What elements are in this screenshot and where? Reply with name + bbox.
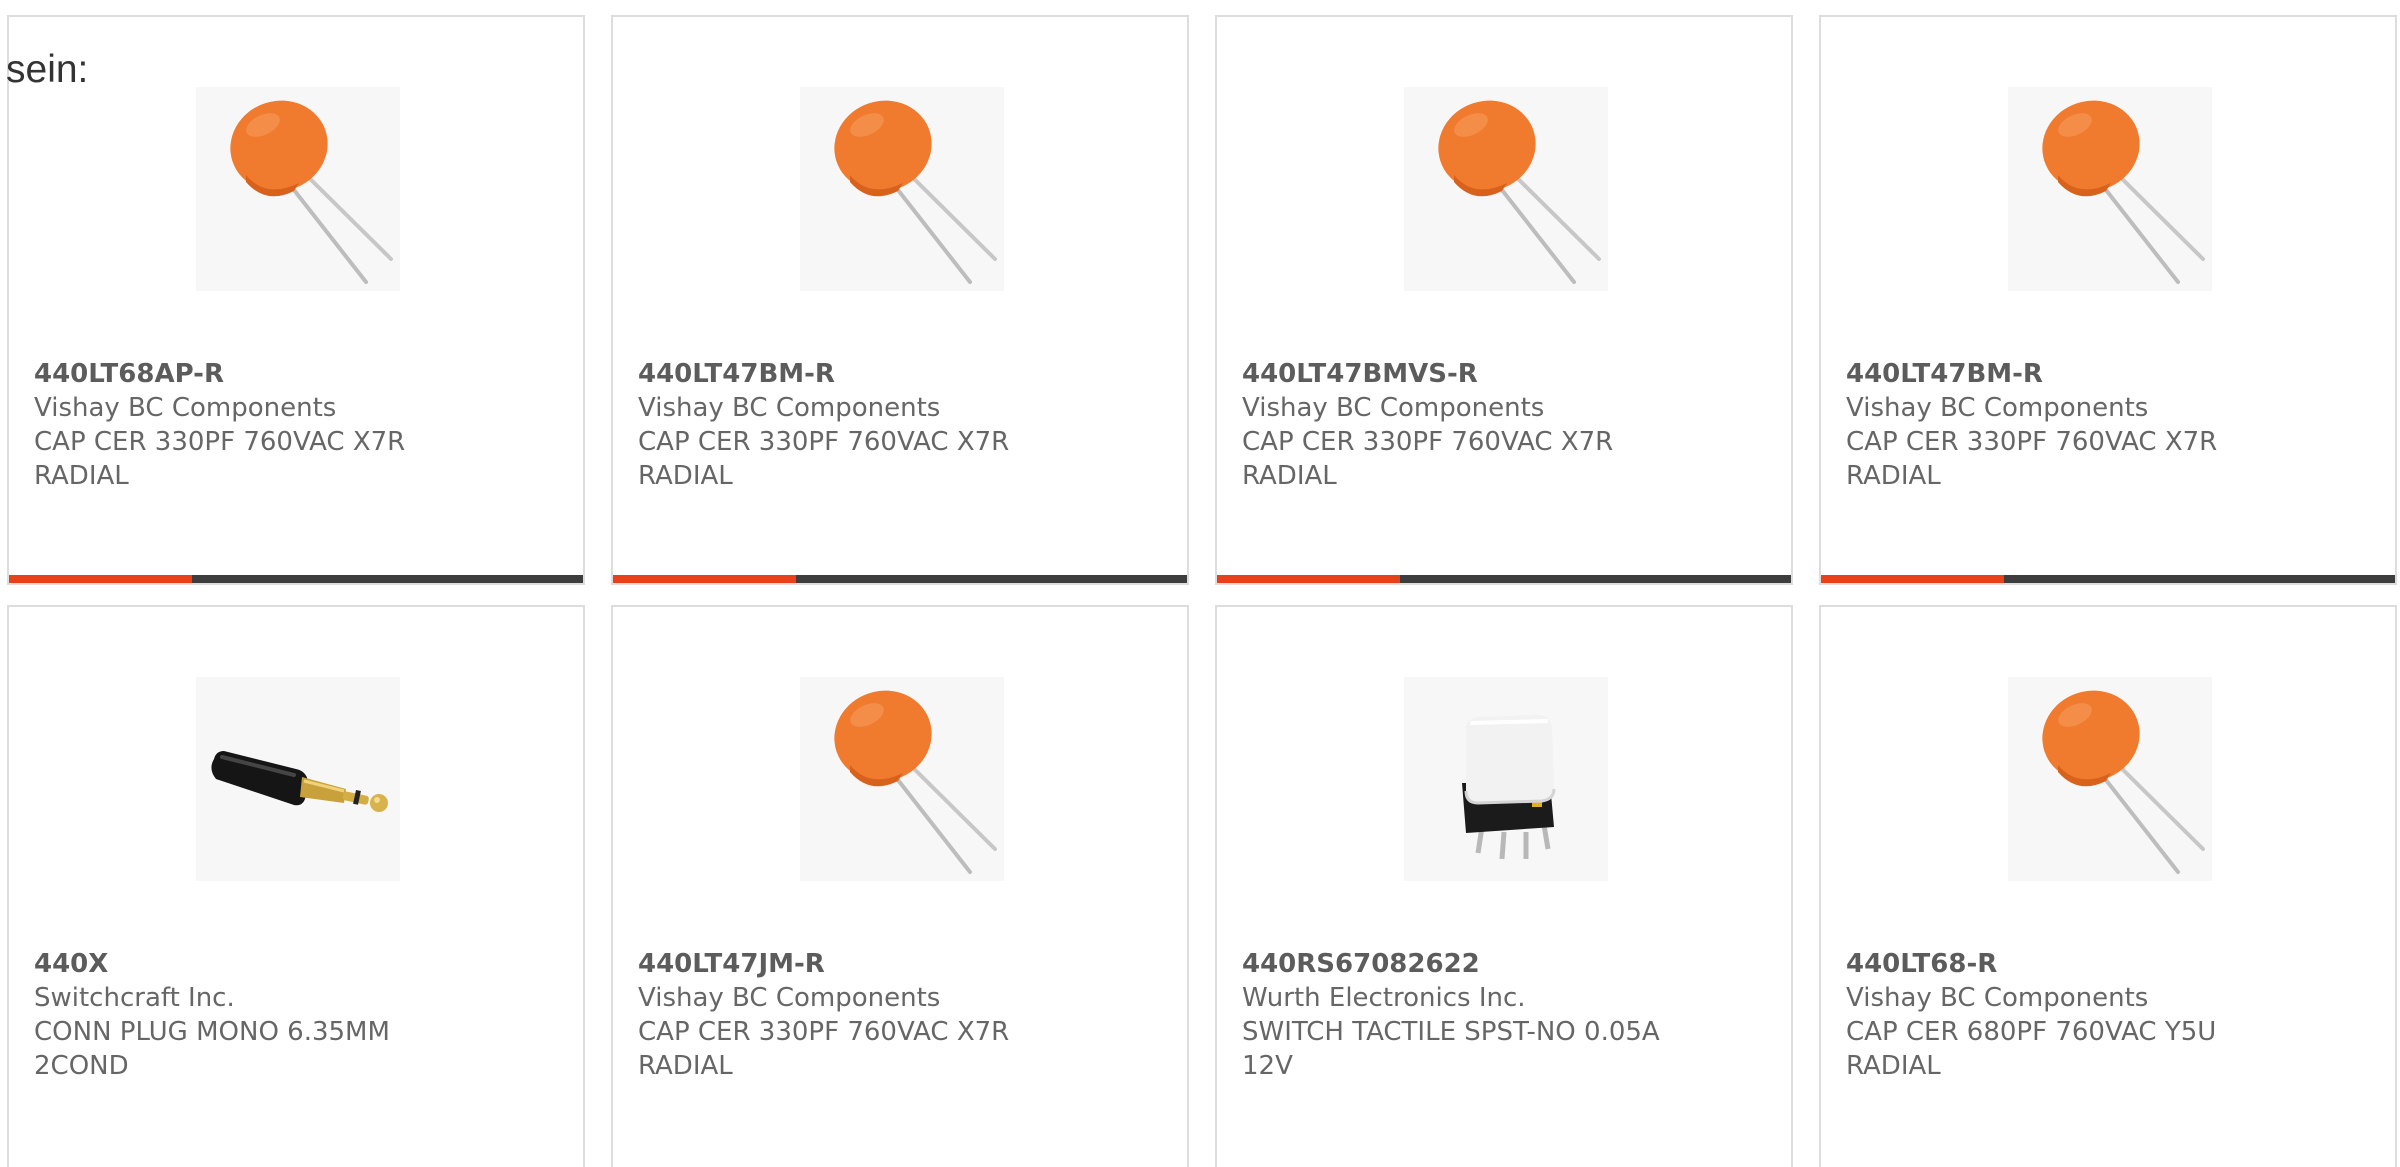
manufacturer-name: Vishay BC Components [638,393,941,423]
part-description: CAP CER 330PF 760VAC X7R RADIAL [638,427,1010,491]
part-description: SWITCH TACTILE SPST-NO 0.05A 12V [1242,1017,1660,1081]
product-card[interactable]: 440LT47BM-R Vishay BC Components CAP CER… [611,15,1189,585]
part-number-link[interactable]: 440LT68AP-R [34,357,554,391]
part-number-link[interactable]: 440LT68-R [1846,947,2366,981]
part-number-link[interactable]: 440LT47BM-R [638,357,1158,391]
intro-text: sein: [6,48,89,91]
part-number-link[interactable]: 440X [34,947,554,981]
manufacturer-name: Vishay BC Components [1846,393,2149,423]
ceramic-disc-capacitor-icon [800,677,1004,881]
part-description: CAP CER 330PF 760VAC X7R RADIAL [34,427,406,491]
ceramic-disc-capacitor-icon [196,87,400,291]
part-number-link[interactable]: 440LT47BM-R [1846,357,2366,391]
card-accent-bar [613,575,796,583]
mono-plug-connector-icon [196,677,400,881]
product-card[interactable]: 440RS67082622 Wurth Electronics Inc. SWI… [1215,605,1793,1167]
manufacturer-name: Vishay BC Components [34,393,337,423]
part-description: CAP CER 330PF 760VAC X7R RADIAL [1846,427,2218,491]
product-grid: 440LT68AP-R Vishay BC Components CAP CER… [0,0,2400,1167]
product-card[interactable]: 440LT47JM-R Vishay BC Components CAP CER… [611,605,1189,1167]
manufacturer-name: Vishay BC Components [1242,393,1545,423]
card-accent-bar [9,575,192,583]
ceramic-disc-capacitor-icon [1404,87,1608,291]
card-footer-bar [1217,575,1791,583]
card-footer-bar [9,575,583,583]
tactile-switch-icon [1404,677,1608,881]
part-number-link[interactable]: 440RS67082622 [1242,947,1762,981]
part-number-link[interactable]: 440LT47JM-R [638,947,1158,981]
card-footer-bar [1821,575,2395,583]
card-accent-bar [1821,575,2004,583]
ceramic-disc-capacitor-icon [2008,677,2212,881]
product-card[interactable]: 440LT68AP-R Vishay BC Components CAP CER… [7,15,585,585]
part-description: CONN PLUG MONO 6.35MM 2COND [34,1017,390,1081]
part-description: CAP CER 330PF 760VAC X7R RADIAL [638,1017,1010,1081]
card-footer-bar [613,575,1187,583]
card-accent-bar [1217,575,1400,583]
ceramic-disc-capacitor-icon [2008,87,2212,291]
ceramic-disc-capacitor-icon [800,87,1004,291]
part-number-link[interactable]: 440LT47BMVS-R [1242,357,1762,391]
product-card[interactable]: 440LT47BM-R Vishay BC Components CAP CER… [1819,15,2397,585]
product-results-page: sein: 440LT68AP-R Vishay BC Components C… [0,0,2400,1167]
manufacturer-name: Wurth Electronics Inc. [1242,983,1526,1013]
manufacturer-name: Vishay BC Components [638,983,941,1013]
product-card[interactable]: 440LT68-R Vishay BC Components CAP CER 6… [1819,605,2397,1167]
product-card[interactable]: 440X Switchcraft Inc. CONN PLUG MONO 6.3… [7,605,585,1167]
product-card[interactable]: 440LT47BMVS-R Vishay BC Components CAP C… [1215,15,1793,585]
part-description: CAP CER 680PF 760VAC Y5U RADIAL [1846,1017,2217,1081]
manufacturer-name: Vishay BC Components [1846,983,2149,1013]
part-description: CAP CER 330PF 760VAC X7R RADIAL [1242,427,1614,491]
manufacturer-name: Switchcraft Inc. [34,983,235,1013]
